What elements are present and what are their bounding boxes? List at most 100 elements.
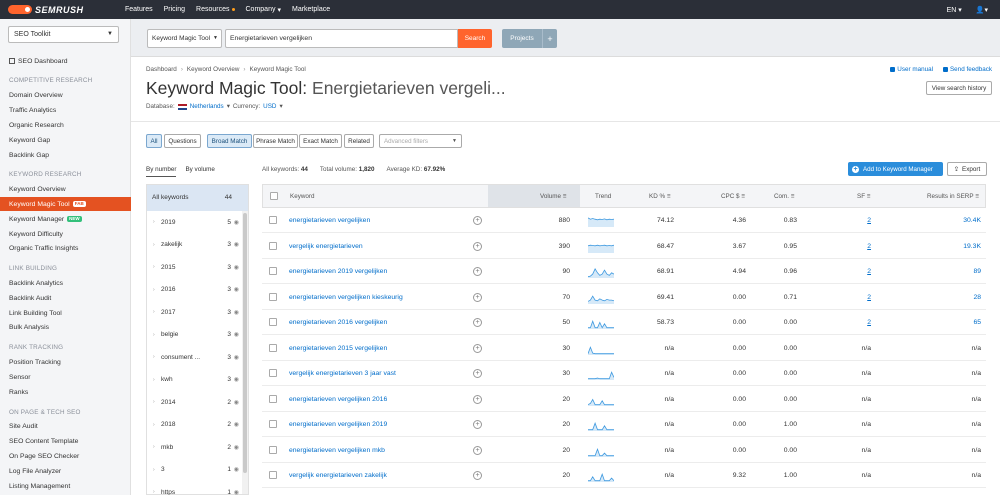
sf-value[interactable]: 2 bbox=[818, 294, 871, 301]
eye-icon[interactable]: ◉ bbox=[234, 219, 239, 226]
keyword-link[interactable]: vergelijk energietarieven 3 jaar vast bbox=[289, 370, 396, 377]
group-row[interactable]: › 3 1 ◉ bbox=[147, 459, 242, 481]
select-all-checkbox[interactable] bbox=[270, 192, 278, 200]
filter-exact-match[interactable]: Exact Match bbox=[299, 134, 342, 148]
header-keyword[interactable]: Keyword bbox=[290, 193, 315, 200]
group-row[interactable]: › 2018 2 ◉ bbox=[147, 414, 242, 436]
add-keyword-icon[interactable]: + bbox=[473, 394, 482, 404]
add-project-icon[interactable]: + bbox=[542, 29, 557, 48]
add-keyword-icon[interactable]: + bbox=[473, 318, 482, 327]
keyword-link[interactable]: energietarieven vergelijken 2016 bbox=[289, 396, 387, 403]
nav-resources[interactable]: Resources bbox=[196, 6, 235, 14]
sidebar-item-backlink-analytics[interactable]: Backlink Analytics bbox=[0, 276, 131, 290]
currency-selector[interactable]: USD bbox=[263, 103, 276, 110]
groups-scrollbar[interactable] bbox=[242, 211, 248, 494]
keyword-link[interactable]: vergelijk energietarieven bbox=[289, 243, 363, 250]
advanced-filters-select[interactable]: Advanced filters ▼ bbox=[379, 134, 462, 148]
nav-pricing[interactable]: Pricing bbox=[164, 6, 185, 14]
tab-by-number[interactable]: By number bbox=[146, 166, 177, 177]
sidebar-item-traffic-analytics[interactable]: Traffic Analytics bbox=[0, 103, 131, 117]
semrush-logo[interactable]: SEMRUSH bbox=[0, 5, 125, 15]
keyword-link[interactable]: energietarieven 2015 vergelijken bbox=[289, 345, 387, 352]
sidebar-item-sensor[interactable]: Sensor bbox=[0, 370, 131, 384]
nav-company[interactable]: Company ▾ bbox=[246, 6, 281, 14]
group-row[interactable]: › kwh 3 ◉ bbox=[147, 369, 242, 391]
group-row[interactable]: › 2014 2 ◉ bbox=[147, 391, 242, 413]
breadcrumb-dashboard[interactable]: Dashboard bbox=[146, 66, 177, 73]
results-in-serp-value[interactable]: 30.4K bbox=[912, 217, 981, 224]
row-checkbox[interactable] bbox=[269, 343, 277, 352]
group-row[interactable]: › https 1 ◉ bbox=[147, 481, 242, 495]
send-feedback-link[interactable]: Send feedback bbox=[942, 66, 992, 73]
header-volume[interactable]: Volume ≡ bbox=[540, 193, 566, 200]
eye-icon[interactable]: ◉ bbox=[234, 399, 239, 406]
row-checkbox[interactable] bbox=[269, 241, 277, 250]
groups-scrollbar-thumb[interactable] bbox=[243, 213, 247, 473]
filter-related[interactable]: Related bbox=[344, 134, 374, 148]
view-search-history-button[interactable]: View search history bbox=[926, 81, 992, 95]
sidebar-item-seo-dashboard[interactable]: SEO Dashboard bbox=[0, 54, 131, 68]
add-keyword-icon[interactable]: + bbox=[473, 241, 482, 251]
search-button[interactable]: Search bbox=[458, 29, 492, 48]
row-checkbox[interactable] bbox=[269, 318, 277, 326]
row-checkbox[interactable] bbox=[269, 369, 277, 377]
sidebar-item-seo-content-template[interactable]: SEO Content Template bbox=[0, 434, 131, 448]
add-keyword-icon[interactable]: + bbox=[473, 292, 482, 302]
row-checkbox[interactable] bbox=[269, 471, 277, 479]
add-keyword-icon[interactable]: + bbox=[473, 420, 482, 429]
group-row[interactable]: › 2019 5 ◉ bbox=[147, 211, 242, 233]
eye-icon[interactable]: ◉ bbox=[234, 264, 239, 271]
sidebar-item-ranks[interactable]: Ranks bbox=[0, 385, 131, 399]
sidebar-item-position-tracking[interactable]: Position Tracking bbox=[0, 355, 131, 369]
sidebar-item-keyword-magic-tool[interactable]: Keyword Magic Tool FAB bbox=[0, 197, 131, 211]
add-keyword-icon[interactable]: + bbox=[473, 445, 482, 455]
filter-all[interactable]: All bbox=[146, 134, 162, 148]
nav-features[interactable]: Features bbox=[125, 6, 153, 14]
sidebar-item-listing-management[interactable]: Listing Management bbox=[0, 479, 131, 493]
eye-icon[interactable]: ◉ bbox=[234, 354, 239, 361]
eye-icon[interactable]: ◉ bbox=[234, 309, 239, 316]
add-keyword-icon[interactable]: + bbox=[473, 216, 482, 225]
sf-value[interactable]: 2 bbox=[818, 319, 871, 326]
group-all-keywords[interactable]: All keywords 44 bbox=[147, 185, 248, 211]
sidebar-item-keyword-difficulty[interactable]: Keyword Difficulty bbox=[0, 227, 131, 241]
sidebar-item-backlink-audit[interactable]: Backlink Audit bbox=[0, 291, 131, 305]
eye-icon[interactable]: ◉ bbox=[234, 421, 239, 428]
user-manual-link[interactable]: User manual bbox=[890, 66, 933, 73]
row-checkbox[interactable] bbox=[269, 445, 277, 454]
results-in-serp-value[interactable]: 89 bbox=[912, 268, 981, 275]
filter-phrase-match[interactable]: Phrase Match bbox=[253, 134, 298, 148]
sidebar-item-link-building-tool[interactable]: Link Building Tool bbox=[0, 306, 131, 320]
keyword-link[interactable]: energietarieven vergelijken mkb bbox=[289, 447, 385, 454]
header-sf[interactable]: SF ≡ bbox=[857, 193, 870, 200]
group-row[interactable]: › belgie 3 ◉ bbox=[147, 324, 242, 346]
results-in-serp-value[interactable]: 28 bbox=[912, 294, 981, 301]
group-row[interactable]: › zakelijk 3 ◉ bbox=[147, 234, 242, 256]
sidebar-item-keyword-manager[interactable]: Keyword Manager NEW bbox=[0, 212, 131, 226]
keyword-link[interactable]: energietarieven 2016 vergelijken bbox=[289, 319, 387, 326]
group-row[interactable]: › 2017 3 ◉ bbox=[147, 301, 242, 323]
sidebar-item-keyword-gap[interactable]: Keyword Gap bbox=[0, 133, 131, 147]
keyword-link[interactable]: energietarieven vergelijken bbox=[289, 217, 370, 224]
filter-questions[interactable]: Questions bbox=[164, 134, 201, 148]
nav-marketplace[interactable]: Marketplace bbox=[292, 6, 330, 14]
sidebar-item-organic-research[interactable]: Organic Research bbox=[0, 118, 131, 132]
sf-value[interactable]: 2 bbox=[818, 268, 871, 275]
add-keyword-icon[interactable]: + bbox=[473, 343, 482, 353]
breadcrumb-keyword-overview[interactable]: Keyword Overview bbox=[187, 66, 240, 73]
eye-icon[interactable]: ◉ bbox=[234, 466, 239, 473]
add-keyword-icon[interactable]: + bbox=[473, 369, 482, 378]
header-cpc[interactable]: CPC $ ≡ bbox=[721, 193, 745, 200]
add-keyword-icon[interactable]: + bbox=[473, 471, 482, 480]
results-in-serp-value[interactable]: 19.3K bbox=[912, 243, 981, 250]
add-keyword-icon[interactable]: + bbox=[473, 267, 482, 276]
group-row[interactable]: › consument ... 3 ◉ bbox=[147, 346, 242, 368]
row-checkbox[interactable] bbox=[269, 420, 277, 428]
row-checkbox[interactable] bbox=[269, 267, 277, 275]
row-checkbox[interactable] bbox=[269, 216, 277, 224]
sidebar-item-domain-overview[interactable]: Domain Overview bbox=[0, 88, 131, 102]
sidebar-item-log-file-analyzer[interactable]: Log File Analyzer bbox=[0, 464, 131, 478]
projects-button[interactable]: Projects + bbox=[502, 29, 557, 48]
eye-icon[interactable]: ◉ bbox=[234, 444, 239, 451]
sidebar-item-bulk-analysis[interactable]: Bulk Analysis bbox=[0, 320, 131, 334]
